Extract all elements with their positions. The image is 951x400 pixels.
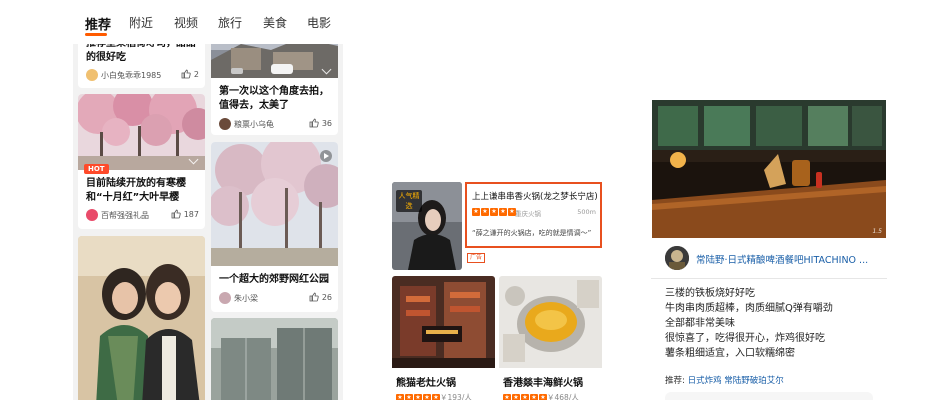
card-image	[211, 318, 338, 400]
ad-tag: 广告	[467, 253, 486, 263]
card-title: 一个超大的郊野网红公园	[219, 274, 329, 285]
post-footer	[665, 392, 873, 400]
like-count: 2	[193, 69, 199, 79]
tab-travel[interactable]: 旅行	[218, 14, 242, 31]
star-icon: ★	[396, 394, 404, 400]
avatar	[86, 209, 98, 221]
post-line: 全部都非常美味	[665, 318, 735, 329]
thumbs-up-icon	[309, 118, 319, 128]
card-author: 朱小梁	[234, 294, 258, 303]
feed-card[interactable]: HOT 目前陆续开放的有寒樱和“十月红”大叶早樱 百帮强强礼品 187	[78, 94, 205, 229]
thumbs-up-icon	[171, 209, 181, 219]
post-photo[interactable]: 1.5	[652, 100, 886, 238]
like-button[interactable]: 36	[309, 118, 332, 128]
star-icon: ★	[423, 394, 431, 400]
card-meta: 百帮强强礼品 187	[86, 209, 199, 223]
tab-movie[interactable]: 电影	[307, 14, 331, 31]
star-rating: ★ ★ ★ ★ ★	[396, 394, 440, 400]
tag-link[interactable]: 常陆野破珀艾尔	[724, 376, 784, 386]
shop-image	[499, 276, 602, 368]
shop-category: 重庆火锅	[515, 210, 541, 218]
card-title: 目前陆续开放的有寒樱和“十月红”大叶早樱	[86, 178, 186, 203]
tab-video[interactable]: 视频	[174, 14, 198, 31]
star-icon: ★	[405, 394, 413, 400]
feed-card[interactable]	[78, 236, 205, 400]
card-title: 第一次以这个角度去拍，值得去，太美了	[219, 86, 329, 111]
star-rating: ★ ★ ★ ★ ★	[472, 208, 516, 216]
shop-quote: “薛之谦开的火锅店，吃的就是情调～”	[472, 229, 592, 237]
active-tab-indicator	[85, 33, 107, 36]
post-line: 薯条粗细适宜，入口软糯绵密	[665, 348, 795, 359]
hot-badge: HOT	[84, 164, 109, 174]
tag-link[interactable]: 日式炸鸡	[688, 376, 722, 386]
card-image	[78, 94, 205, 170]
shop-price: ￥468/人	[547, 393, 579, 400]
shop-card[interactable]: 香港燚丰海鲜火锅 ★ ★ ★ ★ ★ ￥468/人	[499, 276, 602, 400]
post-author-link[interactable]: 常陆野·日式精酿啤酒餐吧HITACHINO ...	[696, 252, 868, 266]
pick-badge: 人气精选	[396, 190, 422, 212]
feed-card[interactable]	[211, 318, 338, 400]
like-button[interactable]: 2	[181, 69, 199, 79]
recommended-shop[interactable]: 上上谦串串香火锅(龙之梦长宁店) ★ ★ ★ ★ ★ 重庆火锅 500m “薛之…	[465, 182, 602, 248]
post-line: 牛肉串肉质超棒，肉质细腻Q弹有嚼劲	[665, 303, 833, 314]
like-count: 36	[321, 118, 332, 128]
star-icon: ★	[432, 394, 440, 400]
card-meta: 朱小梁 26	[219, 292, 332, 306]
thumbs-up-icon	[181, 69, 191, 79]
star-icon: ★	[521, 394, 529, 400]
tab-food[interactable]: 美食	[263, 14, 287, 31]
tags-label: 推荐:	[665, 376, 685, 386]
card-image	[211, 142, 338, 266]
shop-card[interactable]: 熊猫老灶火锅 ★ ★ ★ ★ ★ ￥193/人	[392, 276, 495, 400]
star-icon: ★	[414, 394, 422, 400]
feed-tab-bar: 推荐 附近 视频 旅行 美食 电影	[73, 0, 343, 44]
author-avatar[interactable]	[665, 246, 689, 270]
star-icon: ★	[499, 208, 507, 216]
like-button[interactable]: 187	[171, 209, 199, 219]
star-icon: ★	[503, 394, 511, 400]
post-body: 三楼的铁板烧好好吃 牛肉串肉质超棒，肉质细腻Q弹有嚼劲 全部都非常美味 很惊喜了…	[665, 286, 833, 361]
feed-panel: 推荐 附近 视频 旅行 美食 电影 推荐坚果稻荷寿司，甜甜的很好吃 小白兔乖乖1…	[73, 0, 343, 400]
card-image	[78, 236, 205, 400]
photo-watermark: 1.5	[872, 228, 882, 235]
star-icon: ★	[530, 394, 538, 400]
post-tags: 推荐: 日式炸鸡 常陆野破珀艾尔	[665, 374, 784, 386]
shop-price: ￥193/人	[440, 393, 472, 400]
feed-card[interactable]: 第一次以这个角度去拍，值得去，太美了 粮票小乌龟 36	[211, 30, 338, 135]
star-icon: ★	[490, 208, 498, 216]
thumbs-up-icon	[309, 292, 319, 302]
like-count: 187	[183, 209, 199, 219]
shop-distance: 500m	[577, 208, 596, 216]
tab-nearby[interactable]: 附近	[129, 14, 153, 31]
star-icon: ★	[472, 208, 480, 216]
food-panel: 人气精选 上上谦串串香火锅(龙之梦长宁店) ★ ★ ★ ★ ★ 重庆火锅 500…	[390, 170, 602, 400]
shop-image	[392, 276, 495, 368]
post-line: 三楼的铁板烧好好吃	[665, 288, 755, 299]
avatar	[219, 118, 231, 130]
like-button[interactable]: 26	[309, 292, 332, 302]
like-count: 26	[321, 292, 332, 302]
divider	[651, 278, 887, 279]
star-icon: ★	[481, 208, 489, 216]
star-icon: ★	[539, 394, 547, 400]
tab-recommend[interactable]: 推荐	[85, 14, 111, 33]
avatar	[219, 292, 231, 304]
star-rating: ★ ★ ★ ★ ★	[503, 394, 547, 400]
feed-card[interactable]: 一个超大的郊野网红公园 朱小梁 26	[211, 142, 338, 312]
shop-name: 上上谦串串香火锅(龙之梦长宁店)	[472, 192, 598, 202]
post-panel: 1.5 常陆野·日式精酿啤酒餐吧HITACHINO ... 三楼的铁板烧好好吃 …	[651, 100, 887, 400]
post-line: 很惊喜了，吃得很开心，炸鸡很好吃	[665, 333, 825, 344]
card-author: 百帮强强礼品	[101, 211, 149, 220]
featured-photo[interactable]: 人气精选	[392, 182, 462, 270]
card-author: 粮票小乌龟	[234, 120, 274, 129]
shop-name: 熊猫老灶火锅	[396, 378, 456, 389]
card-author: 小白兔乖乖1985	[101, 71, 162, 80]
avatar	[86, 69, 98, 81]
card-meta: 小白兔乖乖1985 2	[86, 69, 199, 83]
card-meta: 粮票小乌龟 36	[219, 118, 332, 132]
star-icon: ★	[512, 394, 520, 400]
play-icon[interactable]	[320, 150, 332, 162]
shop-name: 香港燚丰海鲜火锅	[503, 378, 583, 389]
